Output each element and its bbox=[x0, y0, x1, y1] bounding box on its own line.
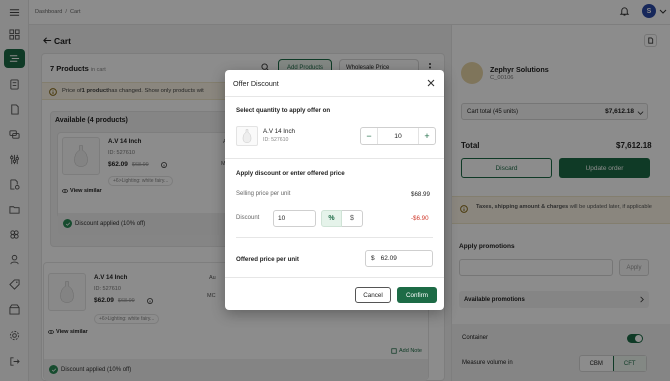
cancel-button[interactable]: Cancel bbox=[355, 287, 391, 303]
product-thumbnail bbox=[236, 126, 258, 146]
selling-price-label: Selling price per unit bbox=[236, 191, 291, 197]
quantity-stepper: − 10 + bbox=[360, 127, 436, 145]
offered-price-value: 62.09 bbox=[380, 255, 397, 262]
currency-symbol: $ bbox=[371, 255, 375, 262]
divider bbox=[236, 237, 433, 238]
dialog-title: Offer Discount bbox=[233, 79, 279, 88]
discount-section-title: Apply discount or enter offered price bbox=[236, 170, 345, 177]
divider bbox=[225, 96, 444, 97]
discount-amount: -$6.90 bbox=[411, 215, 429, 222]
divider bbox=[225, 158, 444, 159]
dollar-toggle[interactable]: $ bbox=[342, 210, 363, 227]
discount-input[interactable]: 10 bbox=[273, 210, 316, 227]
close-icon[interactable] bbox=[427, 79, 435, 87]
offered-price-label: Offered price per unit bbox=[236, 256, 299, 263]
offered-price-input[interactable]: $ 62.09 bbox=[365, 250, 433, 267]
dialog-product-name: A.V 14 Inch bbox=[263, 128, 295, 135]
increment-button[interactable]: + bbox=[418, 128, 435, 144]
percent-toggle[interactable]: % bbox=[321, 210, 342, 227]
quantity-section-title: Select quantity to apply offer on bbox=[236, 107, 331, 114]
quantity-value[interactable]: 10 bbox=[378, 133, 418, 140]
decrement-button[interactable]: − bbox=[361, 128, 378, 144]
dialog-product-id: ID: 527610 bbox=[263, 137, 289, 143]
discount-label: Discount bbox=[236, 215, 260, 221]
confirm-button[interactable]: Confirm bbox=[397, 287, 437, 303]
divider bbox=[225, 277, 444, 278]
selling-price-value: $68.99 bbox=[411, 191, 430, 198]
offer-discount-dialog: Offer Discount Select quantity to apply … bbox=[225, 70, 444, 310]
